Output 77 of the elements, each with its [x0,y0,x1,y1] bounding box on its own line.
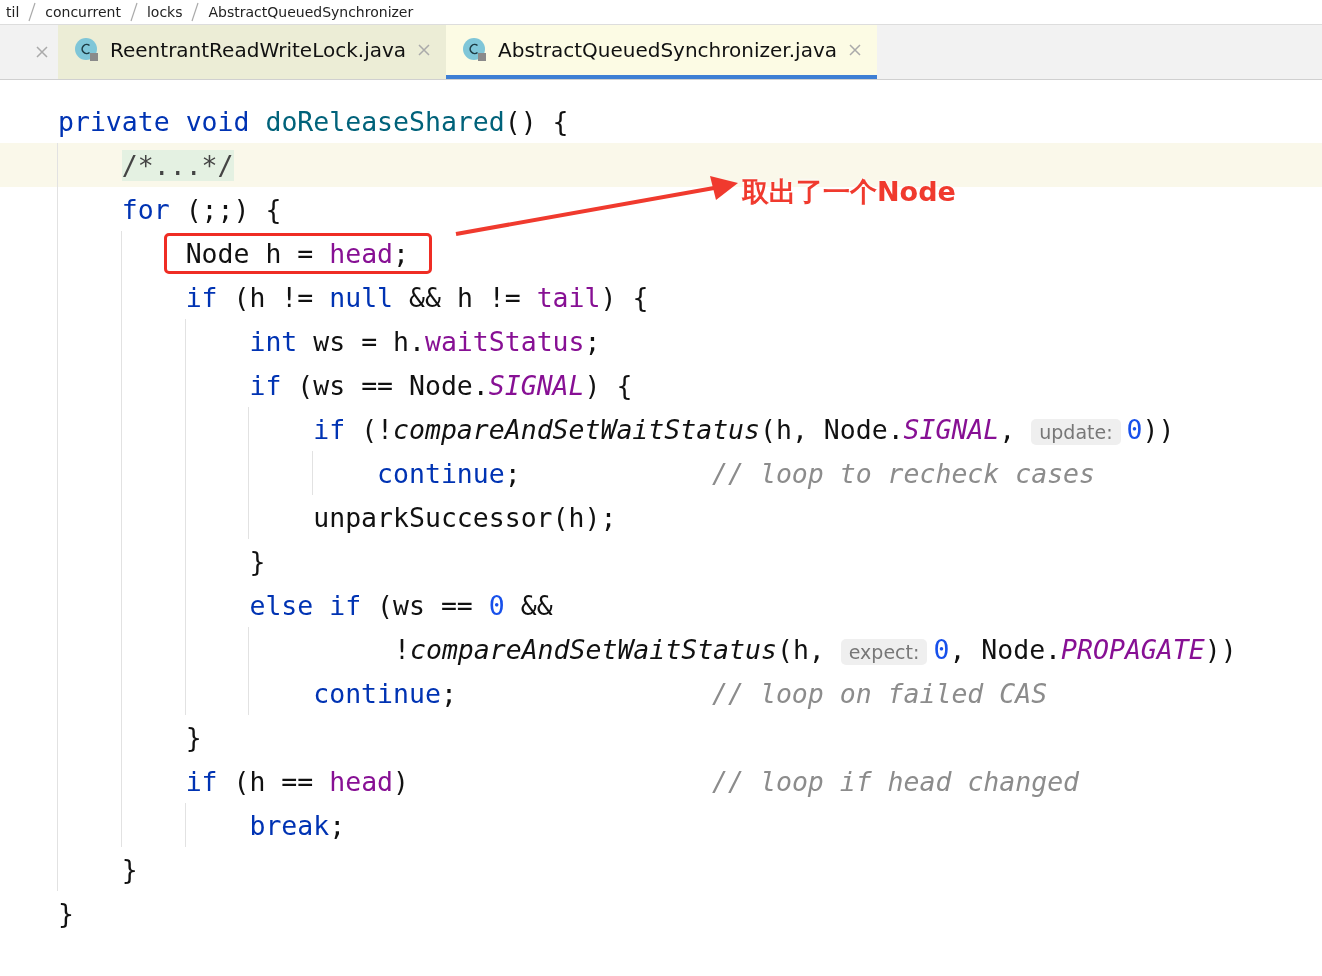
code-text: () { [504,105,569,137]
class-file-icon [462,37,489,63]
number-literal: 0 [933,633,950,665]
keyword: else if [249,589,362,621]
code-text: && h != [408,281,522,313]
separator-icon [128,2,139,22]
code-text: } [58,897,74,929]
keyword: private void [58,105,251,137]
parameter-hint: expect: [840,638,928,665]
annotation-text: 取出了一个Node [742,175,956,209]
parameter-hint: update: [1031,418,1121,445]
code-text: ; [393,237,409,269]
close-icon[interactable] [416,42,433,58]
keyword: if [249,369,282,401]
code-text: (ws == Node. [296,369,489,401]
number-literal: 0 [488,589,505,621]
number-literal: 0 [1126,413,1143,445]
code-comment: // loop on failed CAS [712,677,1048,709]
folded-comment: /*...*/ [121,149,234,181]
separator-icon [27,2,38,22]
code-text: , [999,413,1017,445]
breadcrumb-item[interactable]: concurrent [45,4,121,20]
code-text: (h != [232,281,315,313]
field-name: tail [536,281,601,313]
breadcrumb-item[interactable]: til [6,4,20,20]
code-text: (h, Node. [760,413,904,445]
constant-name: SIGNAL [903,413,1000,445]
method-call: compareAndSetWaitStatus [410,633,777,665]
keyword: int [249,325,298,357]
code-comment: // loop to recheck cases [712,457,1095,489]
keyword: break [249,809,330,841]
keyword: if [185,281,218,313]
class-file-icon [74,37,100,63]
keyword: if [313,413,346,445]
code-text: ) [393,765,410,797]
method-name: doReleaseShared [265,105,505,137]
keyword: null [329,281,394,313]
keyword: continue [377,457,505,489]
close-icon[interactable] [847,42,863,58]
breadcrumb-item[interactable]: AbstractQueuedSynchronizer [208,4,414,20]
editor-tab[interactable]: AbstractQueuedSynchronizer.java [446,25,877,79]
breadcrumb-item[interactable]: locks [146,4,183,20]
code-text: )) [1204,633,1237,665]
code-text: )) [1142,413,1175,445]
field-name: head [329,765,394,797]
code-text: Node h = [185,237,315,269]
keyword: continue [313,677,441,709]
code-text: (h, [776,633,826,665]
constant-name: SIGNAL [488,369,585,401]
code-text: ws = h. [312,325,425,357]
separator-icon [190,2,201,22]
editor-tab[interactable]: ReentrantReadWriteLock.java [58,25,447,79]
code-text: ; [440,677,457,709]
code-text: ) { [584,369,633,401]
code-comment: // loop if head changed [712,765,1080,797]
code-text: ; [329,809,346,841]
code-text: ; [504,457,521,489]
code-text: ; [584,325,601,357]
close-icon[interactable] [34,44,50,60]
code-text: } [249,545,266,577]
method-call: compareAndSetWaitStatus [393,413,760,445]
code-text: } [185,721,202,753]
code-text: && [519,589,553,621]
code-text: unparkSuccessor(h); [313,501,617,533]
keyword: if [185,765,218,797]
code-text: (! [360,413,394,445]
code-text: ) { [600,281,649,313]
code-text: ! [394,633,410,665]
code-text: (;;) { [184,193,282,225]
constant-name: PROPAGATE [1061,633,1205,665]
code-text: (ws == [376,589,474,621]
field-name: waitStatus [424,325,585,357]
keyword: for [121,193,170,225]
code-text: , Node. [949,633,1062,665]
field-name: head [329,237,394,269]
code-text: (h == [232,765,315,797]
code-text: } [121,853,138,885]
